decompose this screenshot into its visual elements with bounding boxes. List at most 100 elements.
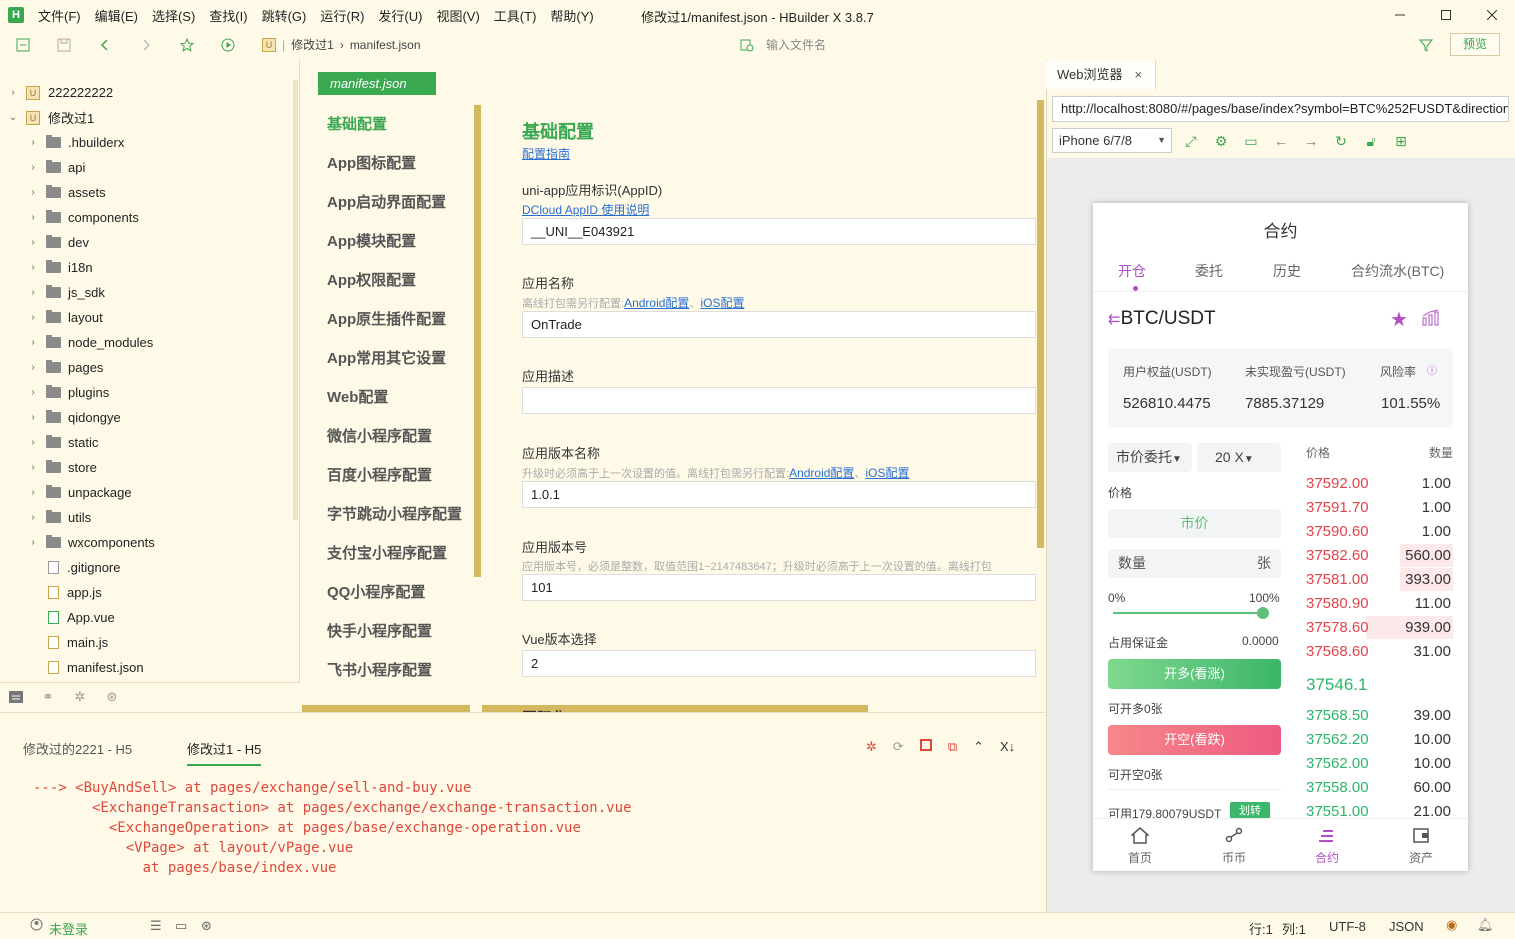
bid-price[interactable]: 37558.00 <box>1306 779 1369 796</box>
menu-file[interactable]: 文件(F) <box>38 6 81 25</box>
nav-contract[interactable]: 合约 <box>1297 827 1357 866</box>
file-item[interactable]: manifest.json <box>48 655 144 680</box>
ask-price[interactable]: 37581.00 <box>1306 571 1369 588</box>
config-nav-item[interactable]: App权限配置 <box>302 261 474 300</box>
encoding[interactable]: UTF-8 <box>1329 919 1366 934</box>
folder-item[interactable]: › store <box>28 455 97 480</box>
folder-item[interactable]: › assets <box>28 180 106 205</box>
collapse-icon[interactable]: ⌃ <box>973 739 984 755</box>
folder-item[interactable]: › components <box>28 205 139 230</box>
project-manager-icon[interactable] <box>0 683 32 711</box>
tab-contract-ledger[interactable]: 合约流水(BTC) <box>1351 261 1444 281</box>
menu-help[interactable]: 帮助(Y) <box>550 6 593 25</box>
sidebar-scrollbar[interactable] <box>293 80 298 520</box>
grid-icon[interactable]: ⊞ <box>1392 132 1410 150</box>
project-item[interactable]: ⌄ U 修改过1 <box>8 105 94 130</box>
folder-item[interactable]: › wxcomponents <box>28 530 155 555</box>
favorite-star-icon[interactable]: ★ <box>1390 307 1408 332</box>
config-nav-item[interactable]: App原生插件配置 <box>302 300 474 339</box>
forward-arrow-icon[interactable]: → <box>1302 132 1320 150</box>
back-icon[interactable] <box>96 36 114 54</box>
config-nav-item[interactable]: 飞书小程序配置 <box>302 651 474 690</box>
nav-scrollbar[interactable] <box>474 105 481 577</box>
menu-goto[interactable]: 跳转(G) <box>262 6 307 25</box>
ask-price[interactable]: 37590.60 <box>1306 523 1369 540</box>
folder-item[interactable]: › api <box>28 155 85 180</box>
file-item[interactable]: app.js <box>48 580 102 605</box>
folder-item[interactable]: › unpackage <box>28 480 132 505</box>
ask-price[interactable]: 37591.70 <box>1306 499 1369 516</box>
console-icon[interactable]: ▭ <box>1242 132 1260 150</box>
open-long-button[interactable]: 开多(看涨) <box>1108 659 1281 689</box>
quantity-slider[interactable] <box>1113 607 1269 619</box>
clear-console-icon[interactable]: X↓ <box>1000 739 1015 755</box>
folder-item[interactable]: › layout <box>28 305 103 330</box>
rotate-icon[interactable]: ⤢ <box>1182 132 1200 150</box>
folder-item[interactable]: › pages <box>28 355 103 380</box>
version-code-field[interactable]: 101 <box>522 574 1036 601</box>
folder-item[interactable]: › dev <box>28 230 89 255</box>
config-nav-item[interactable]: 百度小程序配置 <box>302 456 474 495</box>
syntax-mode[interactable]: JSON <box>1389 919 1424 934</box>
config-nav-item[interactable]: 基础配置 <box>302 105 474 144</box>
android-config-link[interactable]: Android配置 <box>789 466 854 480</box>
ask-price[interactable]: 37580.90 <box>1306 595 1369 612</box>
file-search[interactable]: 输入文件名 <box>740 36 826 53</box>
ios-config-link[interactable]: iOS配置 <box>865 466 909 480</box>
nav-assets[interactable]: 资产 <box>1391 827 1451 866</box>
close-tab-icon[interactable]: × <box>1135 67 1143 82</box>
minimize-icon[interactable] <box>1377 0 1423 30</box>
console-tab[interactable]: 修改过的2221 - H5 <box>23 739 132 758</box>
device-select[interactable]: iPhone 6/7/8 ▼ <box>1052 128 1172 153</box>
open-external-icon[interactable]: ⧉ <box>948 739 957 755</box>
nav-spot[interactable]: 币币 <box>1204 827 1264 866</box>
order-type-select[interactable]: 市价委托▼ <box>1108 443 1192 472</box>
breadcrumb-project[interactable]: 修改过1 <box>291 36 334 53</box>
back-arrow-icon[interactable]: ← <box>1272 132 1290 150</box>
star-icon[interactable] <box>178 36 196 54</box>
menu-view[interactable]: 视图(V) <box>436 6 479 25</box>
file-tab[interactable]: manifest.json <box>318 72 436 95</box>
maximize-icon[interactable] <box>1423 0 1469 30</box>
debug-icon[interactable]: ✲ <box>866 739 877 755</box>
config-nav-item[interactable]: QQ小程序配置 <box>302 573 474 612</box>
folder-item[interactable]: › .hbuilderx <box>28 130 124 155</box>
config-nav-item[interactable]: App图标配置 <box>302 144 474 183</box>
settings-icon[interactable]: ⚙ <box>1212 132 1230 150</box>
list-icon[interactable]: ☰ <box>150 918 162 934</box>
file-item[interactable]: App.vue <box>48 605 115 630</box>
config-nav-item[interactable]: App常用其它设置 <box>302 339 474 378</box>
url-field[interactable]: http://localhost:8080/#/pages/base/index… <box>1052 96 1509 122</box>
version-name-field[interactable]: 1.0.1 <box>522 481 1036 508</box>
lock-icon[interactable]: 🔓︎ <box>1362 132 1380 150</box>
chart-icon[interactable] <box>1422 309 1440 326</box>
tab-orders[interactable]: 委托 <box>1195 261 1223 281</box>
info-icon[interactable]: ⓘ <box>1427 362 1437 377</box>
menu-edit[interactable]: 编辑(E) <box>95 6 138 25</box>
refresh-icon[interactable]: ↻ <box>1332 132 1350 150</box>
run-icon[interactable] <box>219 36 237 54</box>
ask-price[interactable]: 37582.60 <box>1306 547 1369 564</box>
bid-price[interactable]: 37568.50 <box>1306 707 1369 724</box>
search-file-placeholder[interactable]: 输入文件名 <box>766 36 826 53</box>
config-nav-item[interactable]: 微信小程序配置 <box>302 417 474 456</box>
save-icon[interactable] <box>55 36 73 54</box>
file-item[interactable]: main.js <box>48 630 108 655</box>
nav-hscrollbar[interactable] <box>302 705 470 712</box>
ask-price[interactable]: 37578.60 <box>1306 619 1369 636</box>
slider-knob[interactable] <box>1257 607 1269 619</box>
folder-item[interactable]: › i18n <box>28 255 93 280</box>
config-guide-link[interactable]: 配置指南 <box>522 145 1036 162</box>
project-item[interactable]: › U 222222222 <box>8 80 113 105</box>
notification-source-icon[interactable]: ◉ <box>1446 917 1457 933</box>
menu-tools[interactable]: 工具(T) <box>494 6 537 25</box>
config-nav-item[interactable]: Web配置 <box>302 378 474 417</box>
preview-button[interactable]: 预览 <box>1450 33 1500 56</box>
appid-field[interactable]: __UNI__E043921 <box>522 218 1036 245</box>
ask-price[interactable]: 37592.00 <box>1306 475 1369 492</box>
browser-tab[interactable]: Web浏览器 × <box>1046 61 1156 89</box>
trading-pair[interactable]: ⇇BTC/USDT <box>1108 308 1216 330</box>
folder-item[interactable]: › utils <box>28 505 91 530</box>
market-price-field[interactable]: 市价 <box>1108 509 1281 538</box>
folder-item[interactable]: › js_sdk <box>28 280 105 305</box>
